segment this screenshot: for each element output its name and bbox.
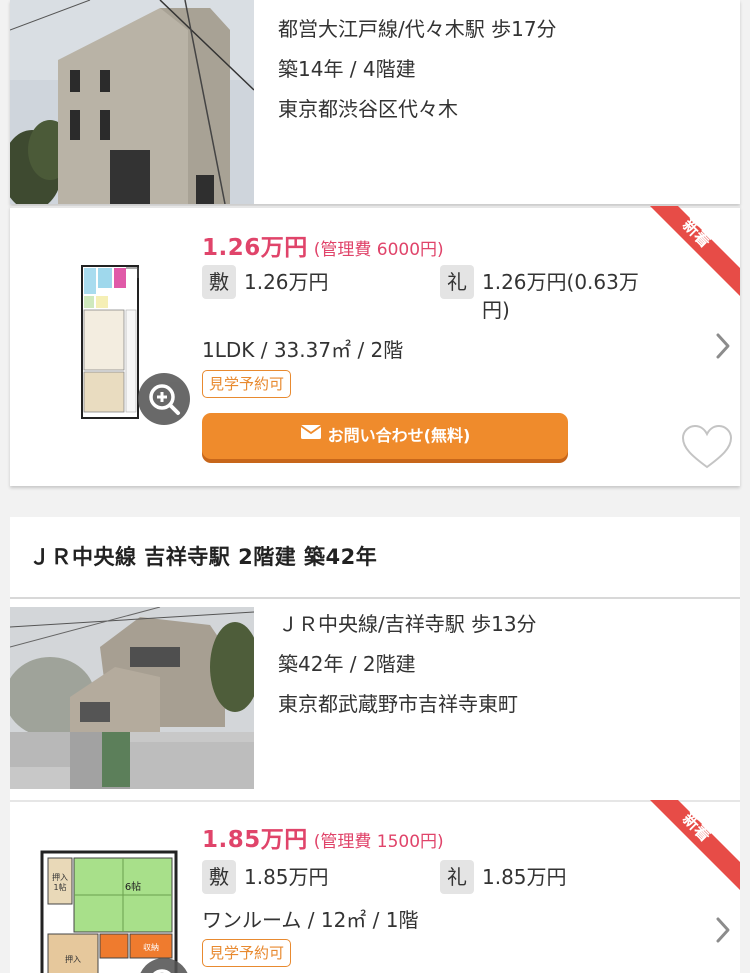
price: 1.26万円 (管理費 6000円) [202, 228, 444, 262]
station-access: 都営大江戸線/代々木駅 歩17分 [278, 17, 557, 41]
deposit-label: 敷 [202, 265, 236, 299]
deposit: 敷 1.26万円 [202, 265, 329, 299]
room-card-1[interactable]: 1.26万円 (管理費 6000円) 敷 1.26万円 礼 1.26万円(0.63万円… [10, 206, 740, 486]
building-age-floors: 築14年 / 4階建 [278, 57, 416, 81]
floorplan-image[interactable]: 押入 1帖 6帖 押入 収納 [38, 850, 180, 973]
room-card-2[interactable]: 押入 1帖 6帖 押入 収納 1.85万円 (管理費 1500円) 敷 1.85万円… [10, 800, 740, 973]
management-fee: (管理費 1500円) [313, 832, 444, 852]
building-address: 東京都武蔵野市吉祥寺東町 [278, 692, 518, 716]
rent-price: 1.85万円 [202, 827, 308, 853]
chevron-right-icon[interactable] [714, 332, 732, 364]
key-money-label: 礼 [440, 265, 474, 299]
divider [10, 800, 740, 802]
deposit-value: 1.85万円 [244, 865, 329, 889]
inquiry-button[interactable]: お問い合わせ(無料) [202, 413, 568, 459]
building-text-1: 都営大江戸線/代々木駅 歩17分 築14年 / 4階建 東京都渋谷区代々木 [278, 9, 557, 129]
tour-available-tag: 見学予約可 [202, 939, 292, 967]
building-photo-image [10, 607, 254, 789]
price: 1.85万円 (管理費 1500円) [202, 820, 444, 854]
room-spec: ワンルーム / 12㎡ / 1階 [202, 908, 419, 932]
chevron-right-icon[interactable] [714, 916, 732, 948]
building-title: ＪＲ中央線 吉祥寺駅 2階建 築42年 [29, 545, 378, 569]
zoom-in-icon[interactable] [138, 958, 190, 973]
key-money-value: 1.26万円(0.63万円) [482, 270, 639, 322]
key-money-label: 礼 [440, 860, 474, 894]
building-title-band[interactable]: ＪＲ中央線 吉祥寺駅 2階建 築42年 [10, 517, 740, 597]
deposit-value: 1.26万円 [244, 270, 329, 294]
management-fee: (管理費 6000円) [313, 240, 444, 260]
new-badge: 新着 [650, 206, 740, 296]
key-money-value: 1.85万円 [482, 865, 567, 889]
building-info-1[interactable]: 都営大江戸線/代々木駅 歩17分 築14年 / 4階建 東京都渋谷区代々木 [10, 0, 740, 204]
building-address: 東京都渋谷区代々木 [278, 97, 458, 121]
divider [10, 597, 740, 599]
key-money: 礼 1.26万円(0.63万円) [440, 265, 642, 324]
building-photo[interactable] [10, 607, 254, 789]
room-spec: 1LDK / 33.37㎡ / 2階 [202, 338, 404, 362]
building-age-floors: 築42年 / 2階建 [278, 652, 416, 676]
deposit-label: 敷 [202, 860, 236, 894]
station-access: ＪＲ中央線/吉祥寺駅 歩13分 [278, 612, 537, 636]
deposit: 敷 1.85万円 [202, 860, 329, 894]
floorplan-label-six-jo: 6帖 [125, 880, 141, 893]
floorplan-label-closet-tag: 押入 [52, 872, 68, 882]
zoom-in-icon[interactable] [138, 373, 190, 425]
building-text-2: ＪＲ中央線/吉祥寺駅 歩13分 築42年 / 2階建 東京都武蔵野市吉祥寺東町 [278, 604, 537, 724]
floorplan-label-closet-size: 1帖 [53, 882, 66, 892]
floorplan-label-closet: 押入 [65, 954, 81, 964]
heart-icon[interactable] [680, 424, 734, 474]
rent-price: 1.26万円 [202, 235, 308, 261]
key-money: 礼 1.85万円 [440, 860, 567, 894]
divider [10, 206, 740, 208]
mail-icon [300, 412, 322, 458]
tour-available-tag: 見学予約可 [202, 370, 292, 398]
floorplan-image[interactable] [80, 264, 146, 424]
floorplan-label-storage: 収納 [143, 942, 159, 952]
inquiry-label: お問い合わせ(無料) [327, 426, 471, 445]
new-badge: 新着 [650, 800, 740, 890]
building-info-2[interactable]: ＪＲ中央線/吉祥寺駅 歩13分 築42年 / 2階建 東京都武蔵野市吉祥寺東町 [10, 597, 740, 800]
building-photo[interactable] [10, 0, 254, 204]
building-photo-image [10, 0, 254, 204]
